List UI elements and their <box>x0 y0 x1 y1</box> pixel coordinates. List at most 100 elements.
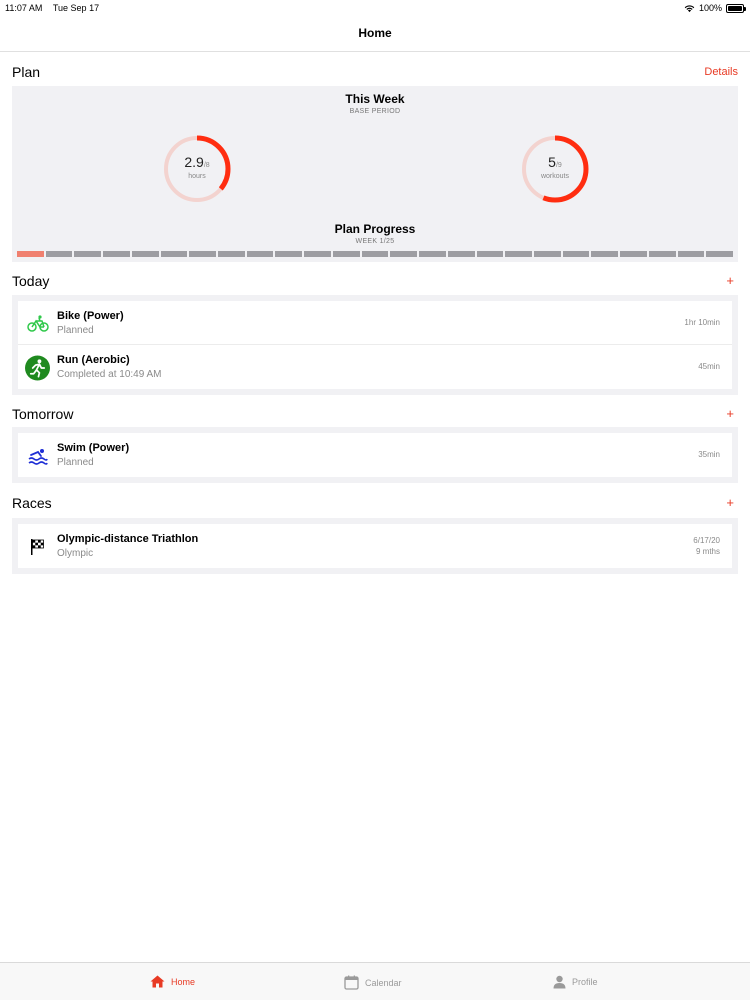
list-item-subtitle: Olympic <box>57 548 94 559</box>
list-item[interactable]: Olympic-distance Triathlon Olympic 6/17/… <box>18 524 732 568</box>
progress-segment <box>45 251 73 257</box>
profile-icon <box>553 975 566 989</box>
status-bar: 11:07 AM Tue Sep 17 100% <box>0 0 750 16</box>
race-meta: 6/17/20 9 mths <box>693 535 720 557</box>
plan-section-title: Plan <box>12 64 41 80</box>
progress-segment <box>419 251 446 257</box>
workouts-current: 5 <box>548 154 556 170</box>
nav-bar: Home <box>0 16 750 52</box>
plan-progress-bar <box>17 251 733 257</box>
tomorrow-section-title: Tomorrow <box>12 406 74 422</box>
list-item[interactable]: Bike (Power) Planned 1hr 10min <box>18 301 732 345</box>
tab-home[interactable]: Home <box>150 975 195 988</box>
progress-segment <box>246 251 274 257</box>
tab-calendar[interactable]: Calendar <box>344 975 402 990</box>
today-list: Bike (Power) Planned 1hr 10min Run (Aero… <box>12 295 738 395</box>
progress-segment <box>390 251 418 257</box>
progress-segment <box>361 251 389 257</box>
progress-segment <box>706 251 733 257</box>
add-race-button[interactable]: + <box>726 495 734 510</box>
hours-current: 2.9 <box>184 154 204 170</box>
list-item-title: Run (Aerobic) <box>57 354 130 366</box>
list-item-duration: 35min <box>698 450 720 459</box>
plan-card[interactable]: This Week BASE PERIOD 2.9/8 hours 5/9 wo… <box>12 86 738 262</box>
list-item-duration: 45min <box>698 362 720 371</box>
list-item-subtitle: Planned <box>57 457 94 468</box>
list-item-subtitle: Completed at 10:49 AM <box>57 369 162 380</box>
tab-profile[interactable]: Profile <box>553 975 598 989</box>
calendar-icon <box>344 975 359 990</box>
home-icon <box>150 975 165 988</box>
today-header: Today + <box>12 273 738 293</box>
tab-calendar-label: Calendar <box>365 977 402 988</box>
workouts-total: /9 <box>555 162 562 169</box>
progress-segment <box>189 251 217 257</box>
progress-segment <box>103 251 130 257</box>
list-item-duration: 1hr 10min <box>684 318 720 327</box>
plan-progress-subtitle: WEEK 1/25 <box>355 238 395 245</box>
tab-bar: Home Calendar Profile <box>0 962 750 1000</box>
list-item-subtitle: Planned <box>57 325 94 336</box>
progress-segment <box>17 251 44 257</box>
checkered-flag-icon <box>25 534 50 559</box>
list-item-title: Olympic-distance Triathlon <box>57 533 199 545</box>
workouts-value: 5/9 <box>520 154 590 170</box>
races-list: Olympic-distance Triathlon Olympic 6/17/… <box>12 518 738 574</box>
list-item[interactable]: Run (Aerobic) Completed at 10:49 AM 45mi… <box>18 345 732 389</box>
run-icon <box>25 355 50 380</box>
wifi-icon <box>684 4 695 12</box>
progress-segment <box>476 251 504 257</box>
progress-segment <box>275 251 303 257</box>
progress-segment <box>218 251 245 257</box>
progress-segment <box>332 251 360 257</box>
hours-label: hours <box>188 173 206 180</box>
details-button[interactable]: Details <box>704 66 738 78</box>
list-item-title: Swim (Power) <box>57 442 130 454</box>
hours-value: 2.9/8 <box>162 154 232 170</box>
progress-segment <box>131 251 159 257</box>
week-subtitle: BASE PERIOD <box>349 108 401 115</box>
bike-icon <box>25 311 50 336</box>
add-today-button[interactable]: + <box>726 273 734 288</box>
page-title: Home <box>358 26 392 40</box>
progress-segment <box>620 251 647 257</box>
hours-total: /8 <box>203 162 210 169</box>
tomorrow-list-inner: Swim (Power) Planned 35min <box>18 433 732 477</box>
progress-segment <box>304 251 331 257</box>
progress-segment <box>533 251 561 257</box>
tomorrow-header: Tomorrow + <box>12 406 738 426</box>
tab-profile-label: Profile <box>572 977 598 987</box>
battery-fill <box>728 5 742 11</box>
battery-percent: 100% <box>698 3 722 13</box>
hours-ring: 2.9/8 hours <box>162 134 232 204</box>
progress-segment <box>591 251 619 257</box>
progress-segment <box>648 251 676 257</box>
plan-progress-title: Plan Progress <box>334 222 416 236</box>
swim-icon <box>25 443 50 468</box>
progress-segment <box>160 251 188 257</box>
progress-segment <box>447 251 475 257</box>
status-left: 11:07 AM Tue Sep 17 <box>5 3 99 13</box>
week-title: This Week <box>345 92 405 106</box>
list-item-title: Bike (Power) <box>57 310 124 322</box>
races-list-inner: Olympic-distance Triathlon Olympic 6/17/… <box>18 524 732 568</box>
tomorrow-list: Swim (Power) Planned 35min <box>12 427 738 483</box>
add-tomorrow-button[interactable]: + <box>726 406 734 421</box>
progress-segment <box>74 251 102 257</box>
today-list-inner: Bike (Power) Planned 1hr 10min Run (Aero… <box>18 301 732 389</box>
progress-segment <box>677 251 705 257</box>
list-item[interactable]: Swim (Power) Planned 35min <box>18 433 732 477</box>
workouts-label: workouts <box>540 173 569 180</box>
progress-segment <box>505 251 532 257</box>
status-time: 11:07 AM <box>5 3 43 13</box>
status-date: Tue Sep 17 <box>52 3 100 13</box>
race-date: 6/17/20 <box>693 536 720 545</box>
races-section-title: Races <box>12 495 52 511</box>
plan-header: Plan Details <box>12 64 738 84</box>
races-header: Races + <box>12 495 738 515</box>
progress-segment <box>562 251 590 257</box>
today-section-title: Today <box>12 273 50 289</box>
workouts-ring: 5/9 workouts <box>520 134 590 204</box>
status-right: 100% <box>684 3 746 13</box>
battery-icon <box>726 3 746 13</box>
